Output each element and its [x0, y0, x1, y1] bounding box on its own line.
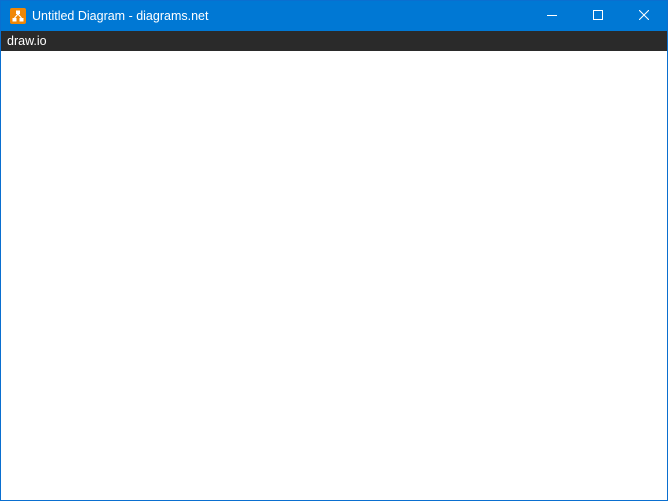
app-window: Untitled Diagram - diagrams.net draw.io	[0, 0, 668, 501]
title-bar[interactable]: Untitled Diagram - diagrams.net	[1, 1, 667, 31]
close-icon	[638, 7, 650, 25]
window-controls	[529, 1, 667, 31]
menu-item-drawio[interactable]: draw.io	[1, 34, 47, 48]
maximize-icon	[593, 7, 603, 25]
drawio-logo-icon	[10, 8, 26, 24]
minimize-button[interactable]	[529, 1, 575, 31]
minimize-icon	[547, 7, 557, 25]
diagram-canvas[interactable]	[1, 51, 667, 500]
close-button[interactable]	[621, 1, 667, 31]
menu-bar: draw.io	[1, 31, 667, 51]
window-title: Untitled Diagram - diagrams.net	[32, 9, 209, 23]
maximize-button[interactable]	[575, 1, 621, 31]
